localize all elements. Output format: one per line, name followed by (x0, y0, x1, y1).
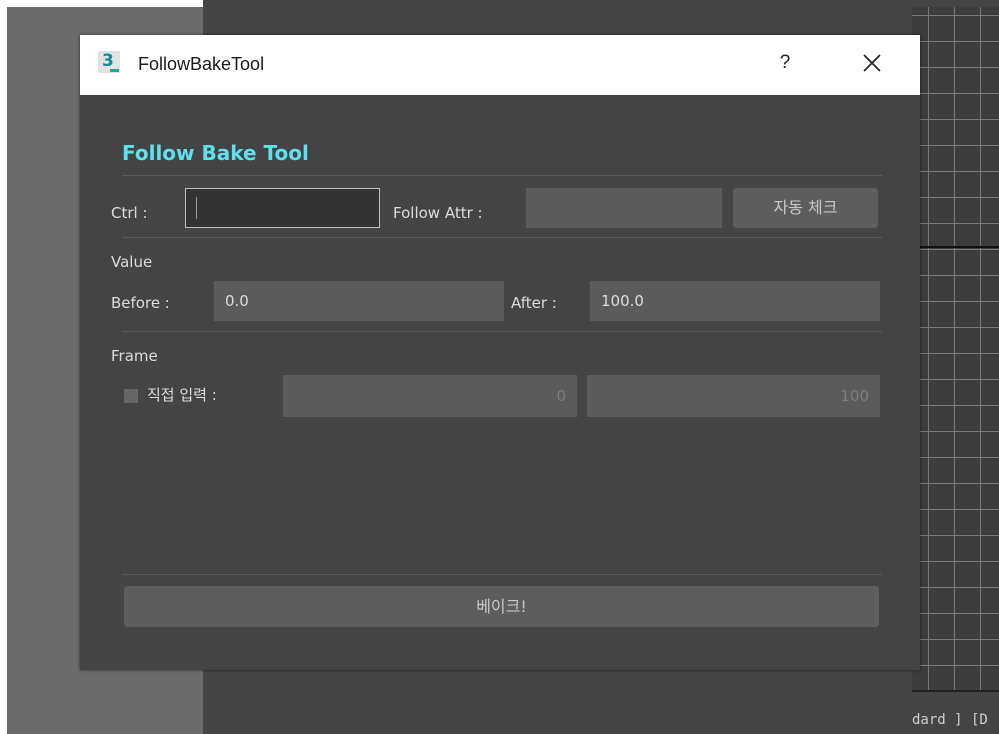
tool-heading: Follow Bake Tool (122, 141, 309, 165)
before-label: Before : (111, 294, 170, 312)
ctrl-input[interactable] (185, 188, 380, 228)
help-button[interactable]: ? (770, 45, 800, 81)
divider (122, 331, 882, 332)
background-edge (0, 0, 7, 734)
after-input[interactable]: 100.0 (590, 281, 880, 321)
frame-section-label: Frame (111, 347, 158, 365)
follow-attr-label: Follow Attr : (393, 204, 483, 222)
before-input[interactable]: 0.0 (214, 281, 504, 321)
dialog-content: Follow Bake Tool Ctrl : Follow Attr : 자동… (80, 95, 920, 670)
viewport-grid[interactable] (912, 7, 999, 692)
auto-check-button[interactable]: 자동 체크 (733, 188, 878, 228)
close-icon (863, 54, 881, 72)
3ds-max-icon: 3 (98, 51, 120, 73)
title-bar[interactable]: 3 FollowBakeTool ? (80, 35, 920, 95)
divider (122, 574, 882, 575)
viewport-border (912, 690, 999, 692)
value-section-label: Value (111, 253, 153, 271)
divider (122, 237, 882, 238)
direct-input-checkbox[interactable] (124, 389, 138, 403)
divider (122, 175, 882, 176)
text-caret (196, 197, 197, 219)
bake-button[interactable]: 베이크! (124, 586, 879, 627)
window-title: FollowBakeTool (138, 54, 265, 74)
frame-start-input[interactable]: 0 (283, 375, 577, 417)
ctrl-label: Ctrl : (111, 204, 148, 222)
frame-end-input[interactable]: 100 (587, 375, 880, 417)
viewport-axis-line (912, 246, 999, 248)
direct-input-label: 직접 입력 : (147, 386, 217, 404)
viewport-status-text: dard ] [D (912, 712, 988, 728)
follow-bake-dialog: 3 FollowBakeTool ? Follow Bake Tool Ctrl… (80, 35, 920, 670)
after-label: After : (511, 294, 557, 312)
follow-attr-input[interactable] (526, 188, 722, 228)
close-button[interactable] (854, 45, 890, 81)
